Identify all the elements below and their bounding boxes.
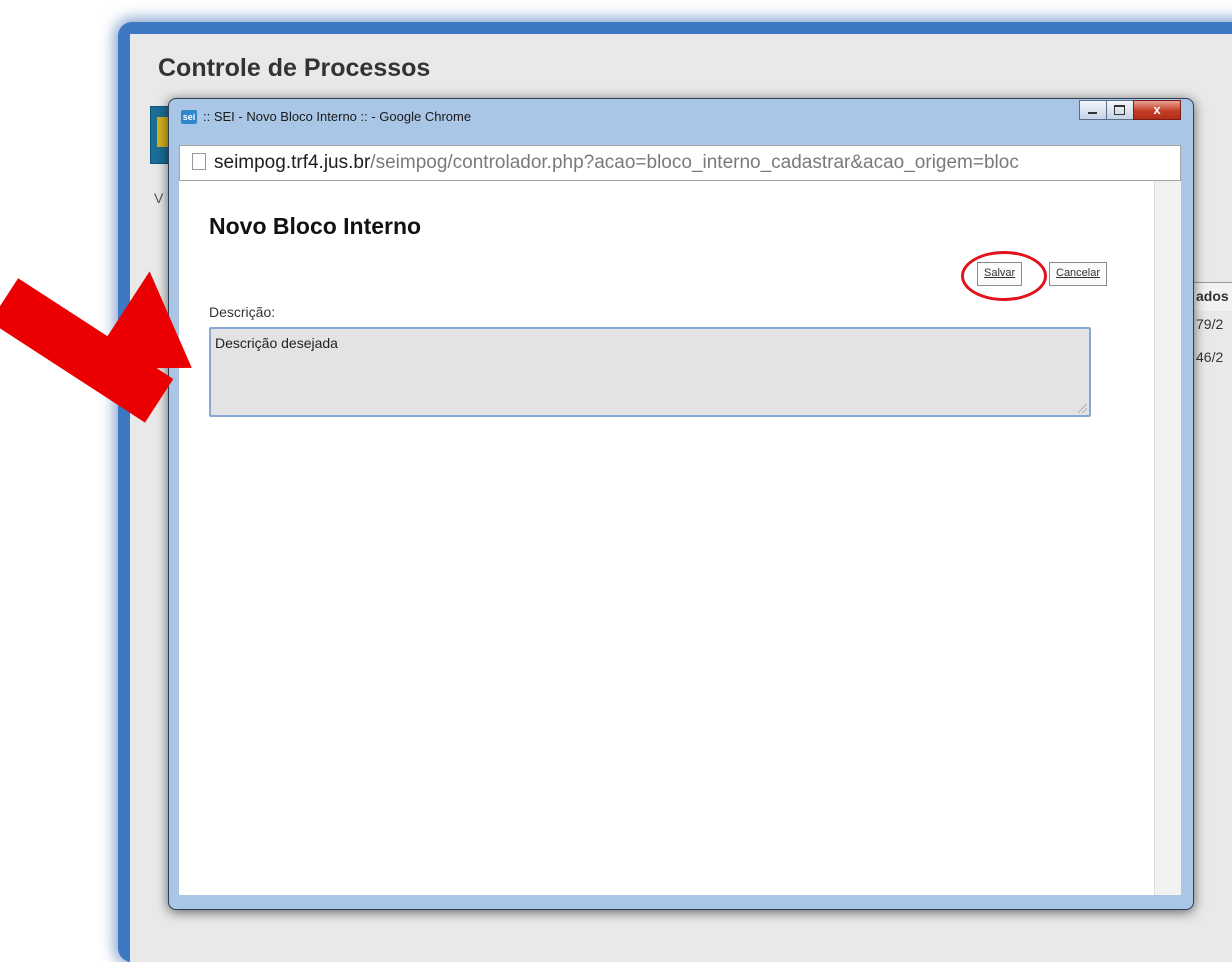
form-heading: Novo Bloco Interno xyxy=(209,213,422,239)
page-title: Controle de Processos xyxy=(158,54,431,82)
sei-app-icon: sei xyxy=(181,109,197,124)
partial-label: V xyxy=(154,190,164,206)
resize-grip-icon[interactable] xyxy=(1078,404,1087,413)
close-button[interactable]: x xyxy=(1133,100,1181,120)
description-field[interactable]: Descrição desejada xyxy=(209,327,1091,417)
highlight-circle xyxy=(961,251,1047,301)
window-titlebar: sei :: SEI - Novo Bloco Interno :: - Goo… xyxy=(181,109,471,124)
form-content: Novo Bloco Interno Salvar Cancelar Descr… xyxy=(179,181,1154,895)
window-title: :: SEI - Novo Bloco Interno :: - Google … xyxy=(203,109,472,124)
url-host: seimpog.trf4.jus.br xyxy=(214,152,371,173)
minimize-button[interactable] xyxy=(1079,100,1107,120)
table-header: ados xyxy=(1192,282,1232,311)
page-icon xyxy=(192,153,206,170)
table-cell[interactable]: 46/2 xyxy=(1196,349,1223,365)
table-cell[interactable]: 79/2 xyxy=(1196,316,1223,332)
url-path: /seimpog/controlador.php?acao=bloco_inte… xyxy=(370,152,1019,173)
cancel-button[interactable]: Cancelar xyxy=(1049,262,1108,286)
window-controls: x xyxy=(1079,100,1181,120)
maximize-button[interactable] xyxy=(1106,100,1134,120)
vertical-scrollbar[interactable] xyxy=(1154,181,1181,895)
address-bar[interactable]: seimpog.trf4.jus.br/seimpog/controlador.… xyxy=(179,145,1181,181)
popup-window: sei :: SEI - Novo Bloco Interno :: - Goo… xyxy=(168,98,1194,910)
description-value: Descrição desejada xyxy=(215,335,338,351)
